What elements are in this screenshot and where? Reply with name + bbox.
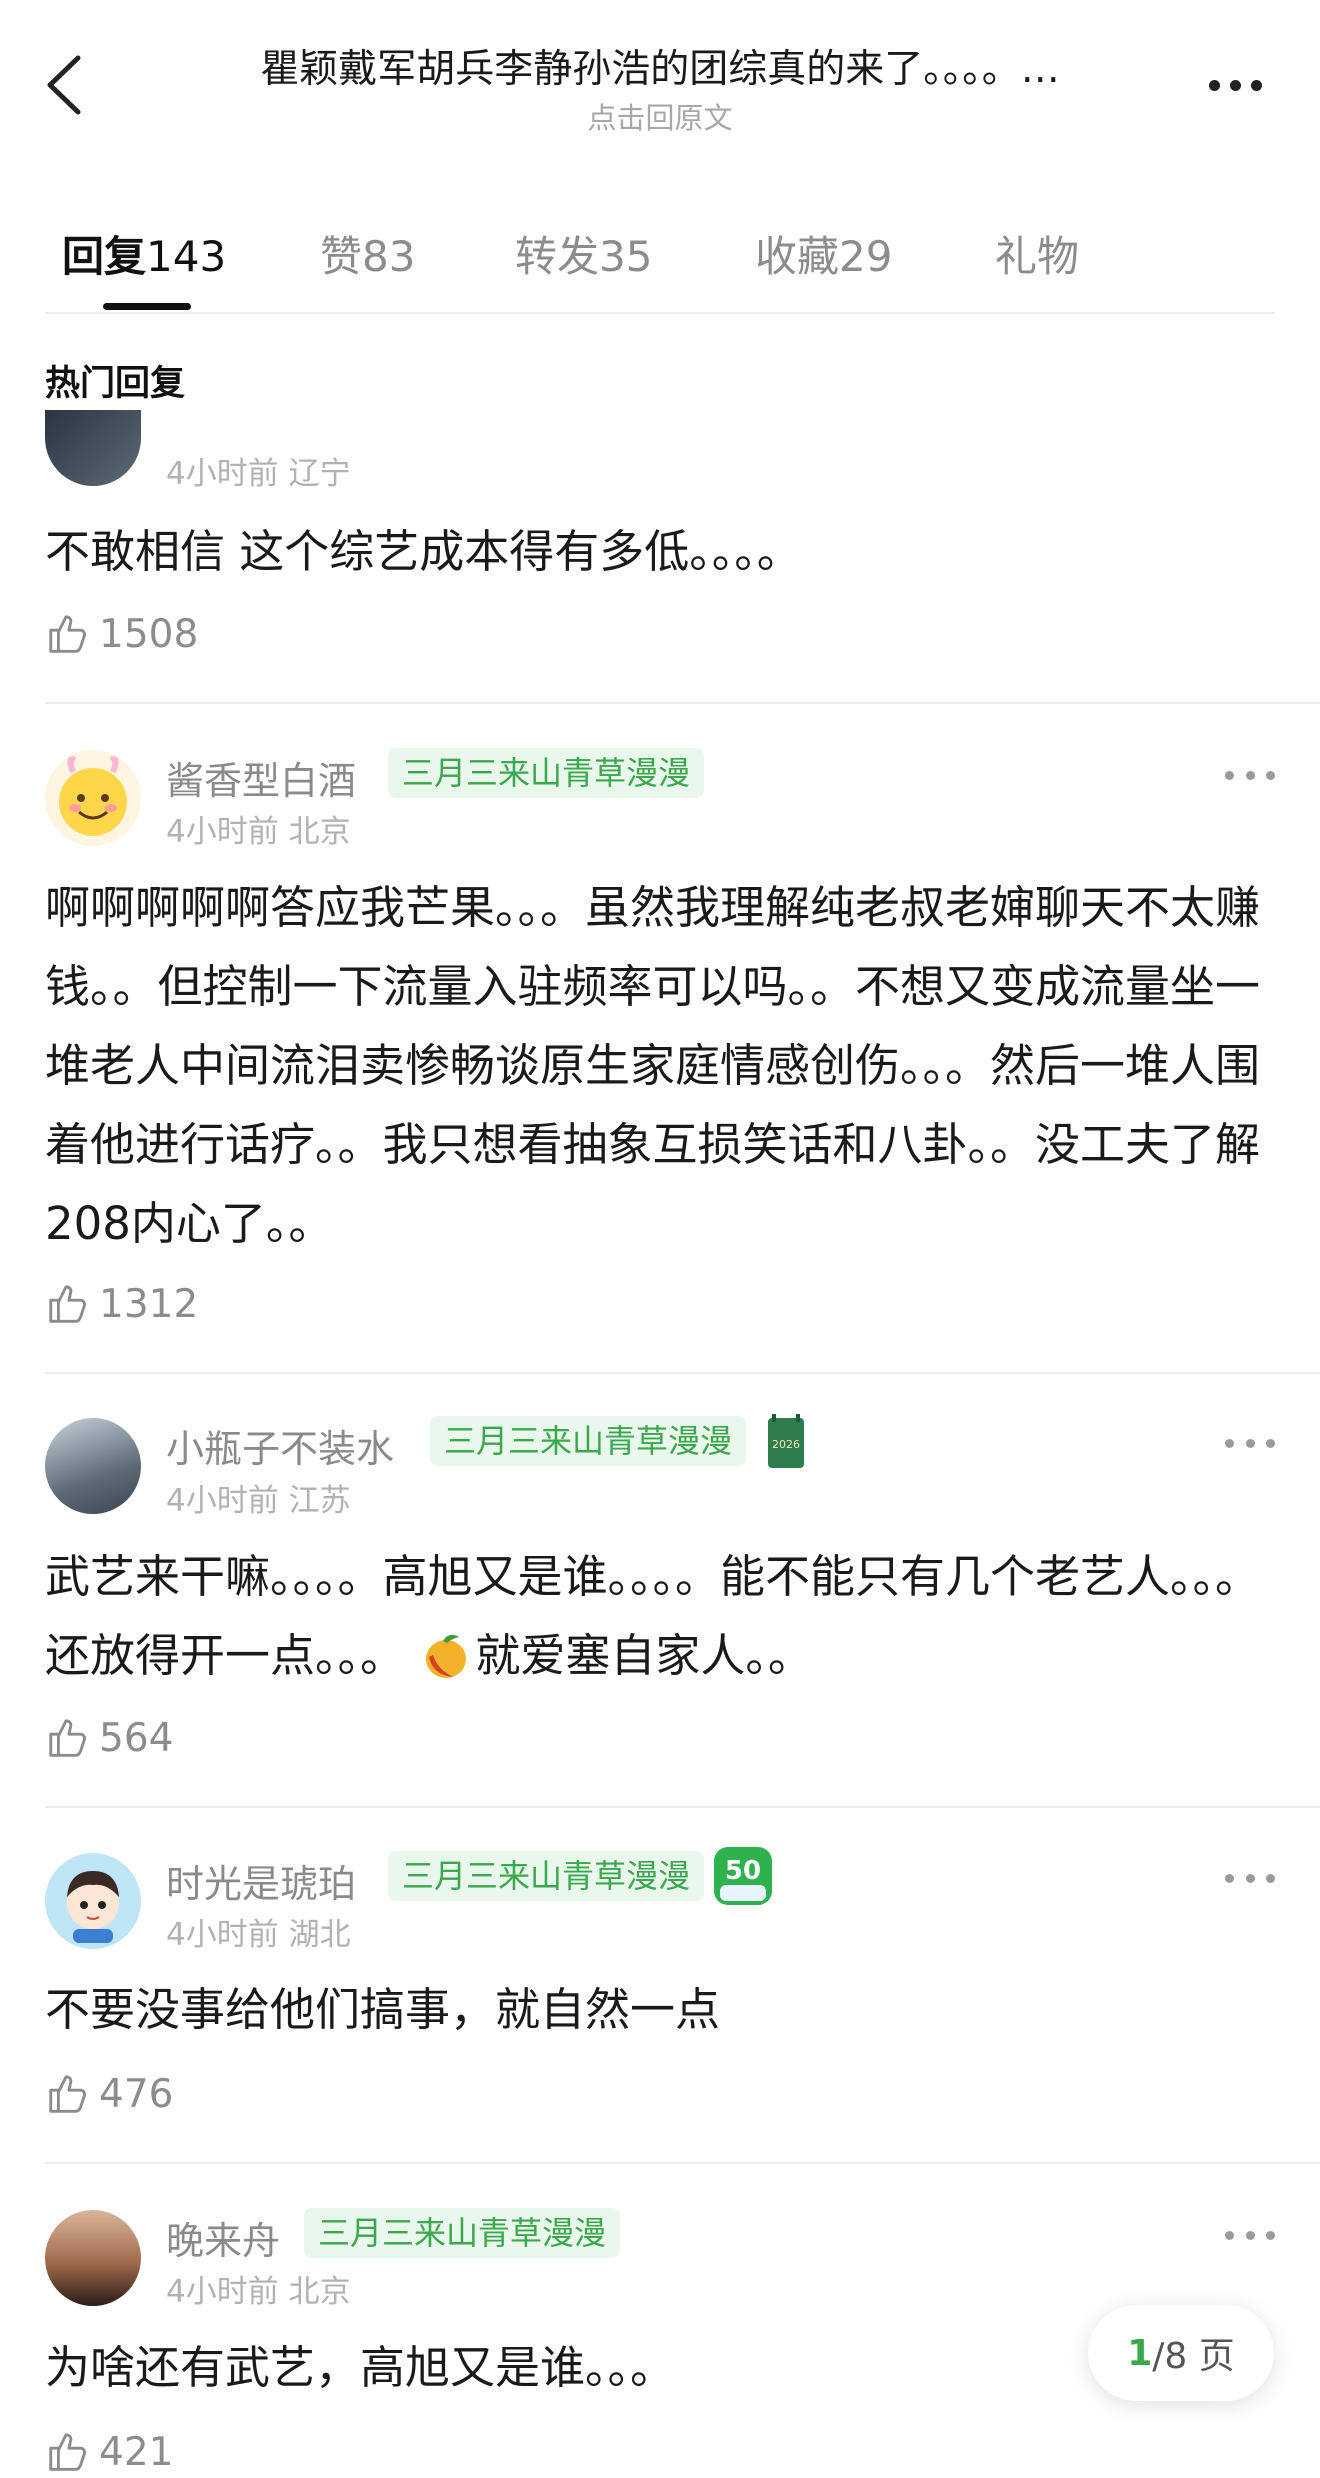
comment-meta: 4小时前 北京	[166, 2266, 351, 2311]
comment-text: 武艺来干嘛。。。。高旭又是谁。。。。能不能只有几个老艺人。。。还放得开一点。。。…	[45, 1537, 1285, 1695]
like-button[interactable]: 564	[45, 1712, 173, 1764]
level-badge-icon: 50	[712, 1845, 774, 1907]
comment-meta: 4小时前 北京	[166, 806, 351, 851]
like-count: 421	[99, 2429, 174, 2475]
back-icon[interactable]	[40, 50, 90, 120]
comment-text: 不要没事给他们搞事，就自然一点	[45, 1983, 721, 2036]
calendar-badge-icon: 2026	[766, 1412, 806, 1470]
total-pages: /8 页	[1152, 2336, 1235, 2377]
tab-reposts-count: 35	[599, 232, 653, 281]
comment-location: 北京	[288, 2274, 351, 2310]
comment-divider	[45, 702, 1320, 704]
mango-emoji-icon	[426, 1634, 467, 1678]
comment-username[interactable]: 时光是琥珀	[166, 1853, 356, 1908]
like-count: 1508	[99, 611, 199, 657]
thumbs-up-icon	[49, 2075, 86, 2113]
more-options-icon[interactable]	[1190, 55, 1280, 115]
avatar[interactable]	[45, 750, 141, 846]
like-count: 476	[99, 2071, 174, 2117]
comment-text: 啊啊啊啊啊答应我芒果。。。虽然我理解纯老叔老婶聊天不太赚钱。。但控制一下流量入驻…	[45, 881, 1261, 1250]
post-title[interactable]: 瞿颖戴军胡兵李静孙浩的团综真的来了。。。。…	[170, 38, 1150, 94]
like-count: 1312	[99, 1281, 199, 1327]
active-tab-indicator	[103, 303, 191, 310]
top-bar: 瞿颖戴军胡兵李静孙浩的团综真的来了。。。。… 点击回原文	[0, 0, 1320, 170]
comment-location: 北京	[288, 814, 351, 850]
tab-favorites-count: 29	[839, 232, 893, 281]
thumbs-up-icon	[49, 1719, 86, 1757]
thumbs-up-icon	[49, 1285, 86, 1323]
comment-username[interactable]: 酱香型白酒	[166, 750, 356, 805]
thumbs-up-icon	[49, 2433, 86, 2471]
tab-favorites-label: 收藏	[755, 232, 840, 281]
comment-more-icon[interactable]	[1225, 760, 1275, 790]
like-button[interactable]: 476	[45, 2068, 173, 2120]
comment-username[interactable]: 晚来舟	[166, 2210, 280, 2265]
like-button[interactable]: 1508	[45, 608, 198, 660]
comment-text-part: 就爱塞自家人。。	[475, 1629, 813, 1682]
comment-location: 江苏	[288, 1483, 351, 1519]
page-indicator[interactable]: 1/8 页	[1088, 2305, 1274, 2401]
tab-replies-count: 143	[146, 232, 227, 281]
comment-meta: 4小时前 江苏	[166, 1475, 351, 1520]
comment-location: 湖北	[288, 1917, 351, 1953]
comment-more-icon[interactable]	[1225, 1863, 1275, 1893]
avatar[interactable]	[45, 1418, 141, 1514]
level-badge-text: 50	[725, 1856, 761, 1886]
like-count: 564	[99, 1715, 174, 1761]
tab-replies-label: 回复	[62, 232, 147, 281]
comment-meta: 4小时前 辽宁	[166, 448, 351, 493]
comment-location: 辽宁	[288, 456, 351, 492]
interaction-tabs: 回复143 赞83 转发35 收藏29 礼物	[0, 205, 1320, 315]
comment-divider	[45, 2162, 1320, 2164]
tab-replies[interactable]: 回复143	[62, 223, 226, 284]
comment-divider	[45, 1372, 1320, 1374]
avatar[interactable]	[45, 2210, 141, 2306]
user-tag: 三月三来山青草漫漫	[388, 748, 705, 798]
comment-time: 4小时前	[166, 1917, 279, 1953]
avatar[interactable]	[45, 410, 141, 486]
comment-time: 4小时前	[166, 814, 279, 850]
comment-meta: 4小时前 湖北	[166, 1909, 351, 1954]
comment-divider	[45, 1806, 1320, 1808]
comment-time: 4小时前	[166, 2274, 279, 2310]
user-tag: 三月三来山青草漫漫	[430, 1416, 747, 1466]
comment-text: 不敢相信 这个综艺成本得有多低。。。。	[45, 525, 802, 578]
tab-reposts[interactable]: 转发35	[515, 223, 652, 284]
comment-time: 4小时前	[166, 456, 279, 492]
comment-time: 4小时前	[166, 1483, 279, 1519]
thumbs-up-icon	[49, 615, 86, 653]
avatar[interactable]	[45, 1853, 141, 1949]
like-button[interactable]: 1312	[45, 1278, 198, 1330]
back-to-original-link[interactable]: 点击回原文	[170, 95, 1150, 137]
tab-likes-count: 83	[362, 232, 416, 281]
section-title: 热门回复	[45, 364, 186, 404]
tab-gifts-label: 礼物	[995, 232, 1080, 281]
current-page: 1	[1127, 2332, 1153, 2374]
comment-more-icon[interactable]	[1225, 2220, 1275, 2250]
like-button[interactable]: 421	[45, 2426, 173, 2478]
comment-more-icon[interactable]	[1225, 1428, 1275, 1458]
comment-username[interactable]: 小瓶子不装水	[166, 1418, 394, 1473]
tab-likes[interactable]: 赞83	[320, 223, 415, 284]
tabs-divider	[45, 312, 1275, 314]
tab-favorites[interactable]: 收藏29	[755, 223, 892, 284]
tab-gifts[interactable]: 礼物	[995, 223, 1079, 284]
tab-likes-label: 赞	[320, 232, 363, 281]
user-tag: 三月三来山青草漫漫	[388, 1851, 705, 1901]
user-tag: 三月三来山青草漫漫	[304, 2208, 621, 2258]
tab-reposts-label: 转发	[515, 232, 600, 281]
calendar-badge-text: 2026	[772, 1438, 800, 1451]
